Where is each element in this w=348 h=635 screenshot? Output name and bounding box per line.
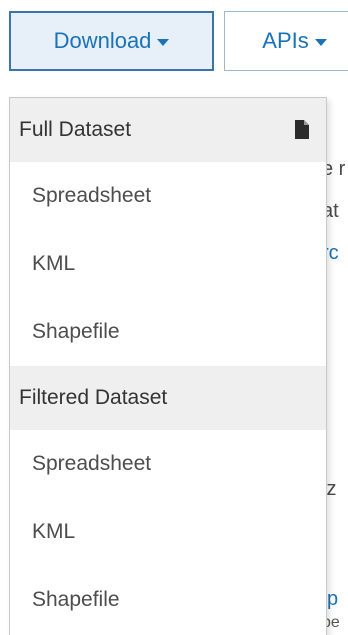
menu-item-label: KML: [32, 520, 76, 543]
apis-button[interactable]: APIs: [224, 11, 348, 71]
menu-item-filtered-spreadsheet[interactable]: Spreadsheet: [10, 430, 326, 498]
menu-item-label: Shapefile: [32, 588, 120, 611]
menu-item-filtered-kml[interactable]: KML: [10, 498, 326, 566]
menu-header-full-dataset: Full Dataset: [10, 98, 326, 162]
page: e r at rc iz p pe Download APIs Full Dat…: [0, 0, 348, 635]
download-button-label: Download: [53, 28, 152, 53]
menu-item-label: KML: [32, 252, 76, 275]
menu-item-full-shapefile[interactable]: Shapefile: [10, 298, 326, 366]
menu-item-label: Spreadsheet: [32, 452, 152, 475]
menu-item-filtered-shapefile[interactable]: Shapefile: [10, 566, 326, 634]
menu-item-full-kml[interactable]: KML: [10, 230, 326, 298]
caret-down-icon: [157, 38, 170, 46]
caret-down-icon: [314, 38, 327, 46]
menu-item-full-spreadsheet[interactable]: Spreadsheet: [10, 162, 326, 230]
menu-header-label: Filtered Dataset: [19, 386, 168, 409]
file-icon: [295, 120, 309, 139]
apis-button-label: APIs: [262, 28, 309, 53]
menu-item-label: Shapefile: [32, 320, 120, 343]
download-button[interactable]: Download: [9, 11, 214, 71]
menu-header-label: Full Dataset: [19, 118, 132, 141]
menu-item-label: Spreadsheet: [32, 184, 152, 207]
menu-header-filtered-dataset: Filtered Dataset: [10, 366, 326, 430]
download-dropdown-menu: Full Dataset Spreadsheet KML Shapefile F…: [9, 97, 327, 635]
background-link-fragment[interactable]: p: [327, 588, 338, 611]
